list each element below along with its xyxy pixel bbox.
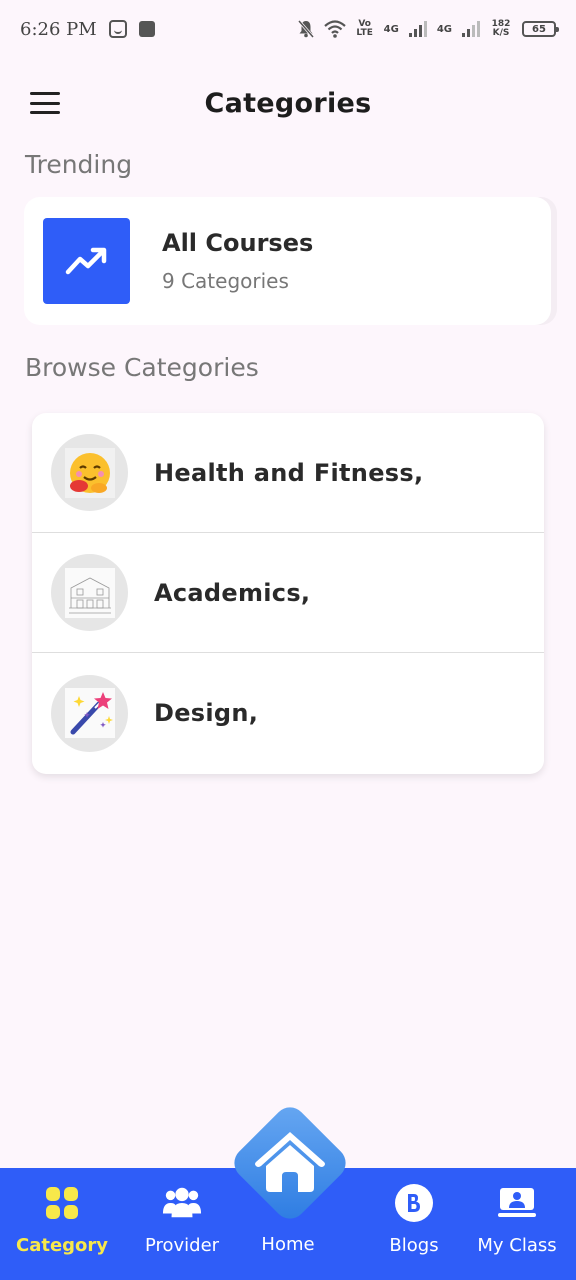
grid-icon	[42, 1183, 82, 1223]
hugging-emoji-icon	[64, 447, 115, 498]
nav-label-home: Home	[261, 1234, 315, 1255]
category-avatar	[51, 434, 128, 511]
category-avatar	[51, 554, 128, 631]
magic-wand-icon	[64, 688, 115, 738]
nav-label-provider: Provider	[144, 1235, 220, 1256]
nav-item-blogs[interactable]: Blogs	[364, 1168, 464, 1280]
square-notification-icon	[138, 21, 155, 37]
trending-heading: Trending	[25, 150, 133, 179]
browse-categories-heading: Browse Categories	[25, 353, 259, 382]
class-icon	[497, 1183, 537, 1223]
nav-item-provider[interactable]: Provider	[132, 1168, 232, 1280]
app-bar: Categories	[0, 68, 576, 138]
home-button[interactable]	[227, 1100, 353, 1226]
building-sketch-icon	[64, 567, 115, 618]
data-speed: 182 K/S	[491, 19, 511, 38]
nav-label-my-class: My Class	[477, 1235, 557, 1256]
category-item-health-fitness[interactable]: Health and Fitness,	[32, 413, 544, 533]
nav-item-category[interactable]: Category	[12, 1168, 112, 1280]
category-item-design[interactable]: Design,	[32, 653, 544, 773]
blogger-icon	[394, 1183, 434, 1223]
wifi-icon	[323, 20, 346, 38]
people-icon	[162, 1183, 202, 1223]
all-courses-card[interactable]: All Courses 9 Categories	[24, 197, 551, 325]
battery-level: 65	[532, 23, 546, 35]
status-bar: 6:26 PM Vo LTE 4G 4G 182 K/S 65	[0, 0, 576, 58]
page-title: Categories	[204, 87, 372, 119]
status-time: 6:26 PM	[20, 18, 97, 40]
network-4g-label: 4G	[383, 23, 399, 35]
all-courses-subtitle: 9 Categories	[162, 269, 289, 293]
trending-up-icon	[43, 218, 130, 304]
hamburger-menu-icon[interactable]	[30, 92, 60, 114]
category-list: Health and Fitness, Academics, Design,	[32, 413, 544, 774]
signal-icon	[408, 21, 427, 37]
home-icon	[255, 1132, 325, 1192]
battery-icon: 65	[522, 21, 559, 37]
category-label: Design,	[154, 699, 259, 727]
nav-item-my-class[interactable]: My Class	[467, 1168, 567, 1280]
nav-label-blogs: Blogs	[389, 1235, 439, 1256]
signal-icon-2	[462, 21, 480, 37]
nav-label-category: Category	[15, 1235, 109, 1256]
mute-bell-icon	[297, 20, 314, 38]
volte-indicator: Vo LTE	[356, 19, 373, 38]
category-avatar	[51, 674, 128, 752]
all-courses-title: All Courses	[162, 229, 314, 257]
category-item-academics[interactable]: Academics,	[32, 533, 544, 653]
app-notification-icon	[108, 20, 127, 38]
category-label: Health and Fitness,	[154, 458, 424, 487]
category-label: Academics,	[154, 578, 311, 607]
network-4g-label-2: 4G	[436, 23, 452, 35]
